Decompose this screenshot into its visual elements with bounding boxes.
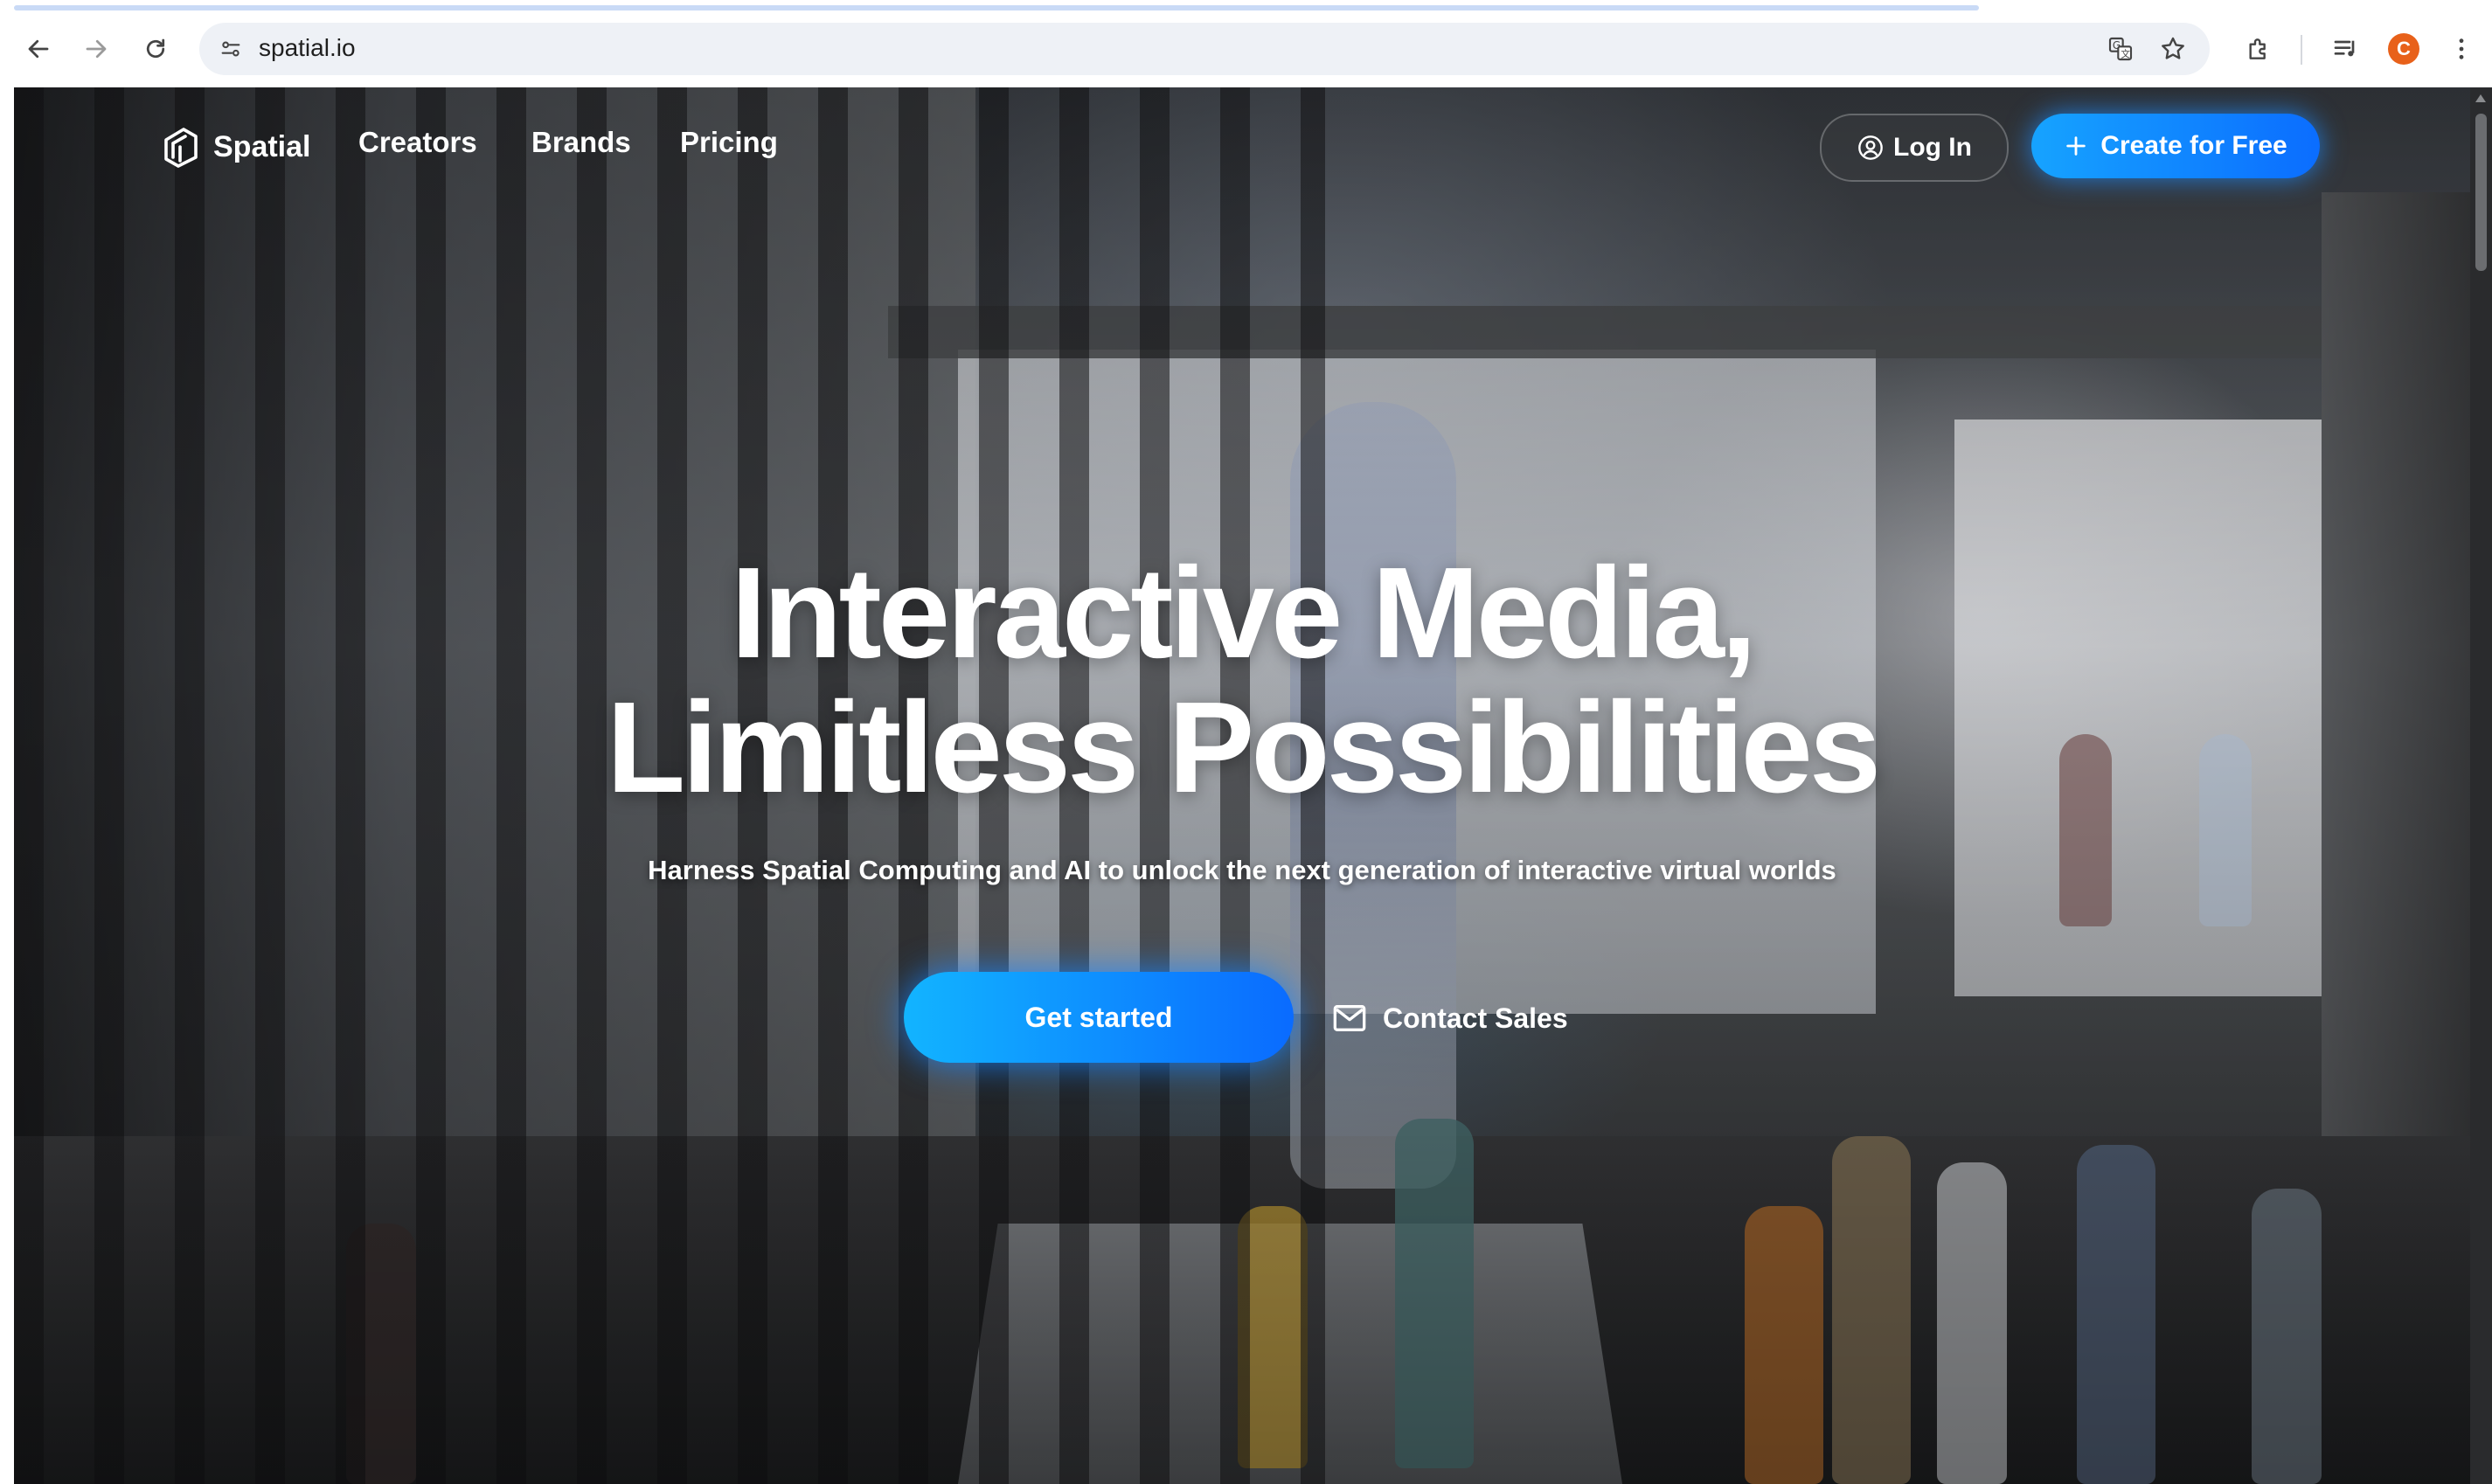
profile-avatar[interactable]: C	[2388, 33, 2419, 65]
address-bar[interactable]: spatial.io G 文	[199, 23, 2210, 75]
star-icon	[2162, 37, 2184, 59]
page-scrollbar[interactable]	[2470, 87, 2492, 1484]
site-logo-text: Spatial	[213, 129, 311, 163]
create-for-free-button[interactable]: Create for Free	[2031, 114, 2320, 178]
translate-icon: G 文	[2108, 37, 2133, 61]
url-text[interactable]: spatial.io	[259, 34, 356, 62]
back-button[interactable]	[19, 30, 58, 68]
page-viewport: Spatial Creators Brands Pricing Log In C…	[14, 87, 2470, 1484]
extensions-button[interactable]	[2241, 31, 2276, 66]
login-label: Log In	[1893, 133, 1972, 162]
contact-sales-button[interactable]: Contact Sales	[1332, 988, 1568, 1049]
nav-creators[interactable]: Creators	[358, 126, 477, 159]
contact-sales-label: Contact Sales	[1383, 1002, 1568, 1034]
toolbar-separator	[2301, 35, 2302, 65]
svg-text:文: 文	[2121, 48, 2130, 59]
create-for-free-label: Create for Free	[2100, 131, 2287, 160]
back-arrow-icon	[28, 39, 49, 59]
get-started-label: Get started	[1024, 1001, 1173, 1033]
hero-title-line-2: Limitless Possibilities	[606, 676, 1881, 820]
extensions-icon	[2249, 38, 2266, 59]
get-started-button[interactable]: Get started	[904, 972, 1294, 1063]
bookmark-button[interactable]	[2157, 33, 2189, 65]
site-info-button[interactable]	[215, 33, 246, 65]
hero-subtitle: Harness Spatial Computing and AI to unlo…	[648, 855, 1836, 885]
forward-button[interactable]	[77, 30, 115, 68]
more-vert-icon	[2459, 38, 2464, 59]
reload-icon	[146, 38, 165, 59]
mail-icon	[1333, 1005, 1366, 1031]
hero-title: Interactive Media, Limitless Possibiliti…	[14, 546, 2470, 815]
scrollbar-thumb[interactable]	[2475, 114, 2487, 271]
forward-arrow-icon	[86, 39, 107, 59]
media-queue-button[interactable]	[2329, 31, 2364, 66]
scroll-up-arrow-icon[interactable]	[2475, 94, 2486, 102]
site-logo[interactable]: Spatial	[159, 124, 310, 170]
browser-chrome: spatial.io G 文 C	[0, 0, 2492, 87]
page-load-progress	[14, 5, 1979, 10]
browser-menu-button[interactable]	[2444, 31, 2479, 66]
hero-title-line-1: Interactive Media,	[730, 541, 1757, 685]
translate-button[interactable]: G 文	[2105, 33, 2136, 65]
media-queue-icon	[2334, 40, 2355, 57]
nav-brands[interactable]: Brands	[531, 126, 631, 159]
plus-icon	[2066, 136, 2086, 156]
nav-pricing[interactable]: Pricing	[680, 126, 778, 159]
user-circle-icon	[1858, 135, 1883, 160]
login-button[interactable]: Log In	[1820, 114, 2009, 182]
reload-button[interactable]	[136, 30, 175, 68]
spatial-logo-icon	[164, 128, 198, 168]
site-info-icon	[221, 41, 240, 57]
